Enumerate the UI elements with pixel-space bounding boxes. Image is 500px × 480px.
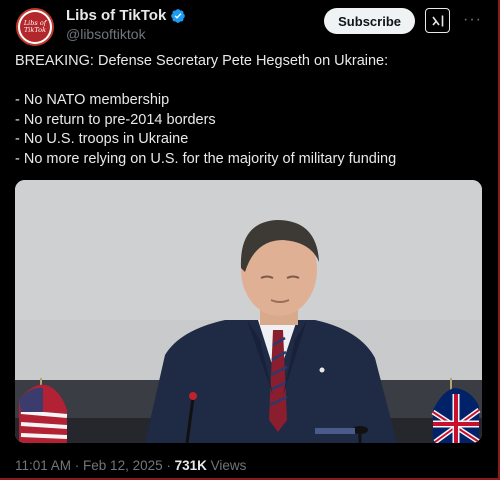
- avatar-text: Libs of TikTok: [23, 19, 47, 34]
- post-time[interactable]: 11:01 AM: [15, 458, 71, 473]
- meta-separator: ·: [71, 458, 84, 473]
- grok-icon[interactable]: [425, 8, 450, 33]
- more-options-icon[interactable]: ···: [463, 12, 482, 28]
- avatar-logo: Libs of TikTok: [20, 12, 50, 42]
- tweet-frame: Libs of TikTok Libs of TikTok @libsoftik…: [0, 0, 500, 480]
- tweet-meta: 11:01 AM · Feb 12, 2025 · 731K Views: [15, 458, 246, 473]
- tweet-line: - No more relying on U.S. for the majori…: [15, 150, 397, 167]
- video-media[interactable]: [15, 180, 482, 443]
- meta-separator: ·: [162, 458, 175, 473]
- tweet-line: - No return to pre-2014 borders: [15, 111, 216, 128]
- verified-badge-icon[interactable]: [170, 8, 186, 24]
- name-row: Libs of TikTok: [66, 7, 186, 24]
- subscribe-button[interactable]: Subscribe: [324, 8, 415, 34]
- tweet-line: BREAKING: Defense Secretary Pete Hegseth…: [15, 53, 389, 69]
- tweet-line: - No NATO membership: [15, 92, 170, 108]
- post-date[interactable]: Feb 12, 2025: [83, 458, 163, 473]
- tweet-header: Libs of TikTok Libs of TikTok @libsoftik…: [16, 6, 488, 46]
- tweet-text: BREAKING: Defense Secretary Pete Hegseth…: [15, 52, 485, 169]
- tweet-line: - No U.S. troops in Ukraine: [15, 131, 189, 147]
- video-frame: [15, 180, 482, 443]
- handle[interactable]: @libsoftiktok: [66, 26, 146, 42]
- views-count: 731K: [174, 458, 207, 473]
- avatar[interactable]: Libs of TikTok: [16, 8, 54, 46]
- views-label: Views: [206, 458, 247, 473]
- display-name[interactable]: Libs of TikTok: [66, 7, 166, 24]
